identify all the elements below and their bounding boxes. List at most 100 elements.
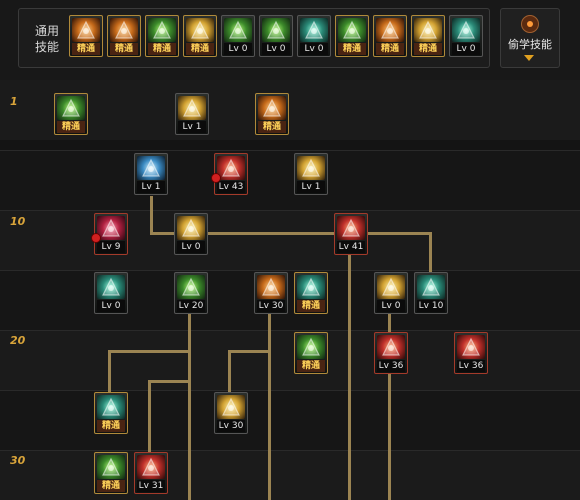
skill-slot[interactable]: Lv 9: [91, 213, 128, 255]
level-badge: Lv 30: [217, 420, 245, 432]
level-marker: 10: [10, 215, 26, 228]
skill-frame: Lv 10: [414, 272, 448, 314]
level-badge: Lv 10: [417, 300, 445, 312]
level-badge: Lv 0: [452, 43, 480, 55]
skill-slot[interactable]: 精通: [145, 15, 179, 57]
level-badge: Lv 0: [97, 300, 125, 312]
fire-fist-skill-icon: [337, 216, 365, 240]
tier-band: [0, 330, 580, 391]
skill-frame: 精通: [255, 93, 289, 135]
skill-slot[interactable]: Lv 0: [94, 272, 128, 314]
skill-frame: Lv 20: [174, 272, 208, 314]
skill-slot[interactable]: Lv 0: [374, 272, 408, 314]
explosion-skill-icon: [137, 455, 165, 479]
level-badge: Lv 9: [97, 241, 125, 253]
skill-slot[interactable]: Lv 1: [294, 153, 328, 195]
skill-frame: 精通: [294, 272, 328, 314]
skill-frame: 精通: [373, 15, 407, 57]
alert-dot-icon: [211, 173, 221, 183]
target-skill-icon: [224, 18, 252, 42]
steal-skill-button[interactable]: 偷学技能: [500, 8, 560, 68]
burst-skill-icon: [377, 335, 405, 359]
skill-slot[interactable]: 精通: [373, 15, 407, 57]
skill-frame: Lv 0: [259, 15, 293, 57]
steal-skill-label: 偷学技能: [508, 38, 552, 51]
mastery-badge: 精通: [338, 43, 366, 55]
skill-slot[interactable]: Lv 30: [254, 272, 288, 314]
common-skills-panel: 通用 技能 精通 精通 精通 精通 Lv 0 Lv 0 Lv 0 精通 精通 精通 Lv 0: [18, 8, 490, 68]
level-badge: Lv 0: [177, 241, 205, 253]
skill-slot[interactable]: Lv 0: [259, 15, 293, 57]
skill-slot[interactable]: 精通: [335, 15, 369, 57]
mastery-badge: 精通: [258, 121, 286, 133]
tier-band: [0, 210, 580, 271]
level-badge: Lv 31: [137, 480, 165, 492]
skill-frame: Lv 1: [134, 153, 168, 195]
crescent-skill-icon: [297, 156, 325, 180]
skill-slot[interactable]: Lv 1: [175, 93, 209, 135]
leap-skill-icon: [110, 18, 138, 42]
skill-slot[interactable]: Lv 41: [334, 213, 368, 255]
common-skills-label: 通用 技能: [35, 24, 60, 54]
skill-slot[interactable]: Lv 30: [214, 392, 248, 434]
skill-frame: Lv 0: [374, 272, 408, 314]
skill-slot[interactable]: Lv 43: [211, 153, 248, 195]
dropdown-arrow-icon: [524, 55, 534, 61]
skill-frame: 精通: [335, 15, 369, 57]
level-marker: 20: [10, 334, 26, 347]
skill-frame: 精通: [145, 15, 179, 57]
hourglass-skill-icon: [377, 275, 405, 299]
mastery-badge: 精通: [72, 43, 100, 55]
skill-frame: Lv 36: [454, 332, 488, 374]
skill-slot[interactable]: Lv 10: [414, 272, 448, 314]
level-badge: Lv 43: [217, 181, 245, 193]
whirl-skill-icon: [217, 156, 245, 180]
skill-frame: Lv 0: [449, 15, 483, 57]
skill-slot[interactable]: 精通: [294, 332, 328, 374]
alert-dot-icon: [91, 233, 101, 243]
run-skill-icon: [148, 18, 176, 42]
mastery-badge: 精通: [97, 480, 125, 492]
skill-slot[interactable]: Lv 0: [297, 15, 331, 57]
skill-slot[interactable]: 精通: [411, 15, 445, 57]
level-badge: Lv 30: [257, 300, 285, 312]
arc-slash-skill-icon: [257, 275, 285, 299]
muscle-skill-icon: [414, 18, 442, 42]
skill-slot[interactable]: Lv 0: [449, 15, 483, 57]
skill-slot[interactable]: Lv 0: [174, 213, 208, 255]
mastery-badge: 精通: [414, 43, 442, 55]
skill-slot[interactable]: Lv 0: [221, 15, 255, 57]
skill-slot[interactable]: 精通: [94, 392, 128, 434]
level-badge: Lv 41: [337, 241, 365, 253]
bow-skill-icon: [297, 335, 325, 359]
wing-blade-skill-icon: [417, 275, 445, 299]
skill-slot[interactable]: 精通: [255, 93, 289, 135]
skill-slot[interactable]: Lv 31: [134, 452, 168, 494]
figure-skill-icon: [338, 18, 366, 42]
skill-frame: 精通: [294, 332, 328, 374]
skill-slot[interactable]: Lv 36: [454, 332, 488, 374]
skill-slot[interactable]: 精通: [183, 15, 217, 57]
skill-slot[interactable]: 精通: [54, 93, 88, 135]
crosshair-skill-icon: [262, 18, 290, 42]
kneel-skill-icon: [300, 18, 328, 42]
skill-frame: 精通: [94, 452, 128, 494]
skill-slot[interactable]: 精通: [69, 15, 103, 57]
tier-band: [0, 390, 580, 451]
mastery-badge: 精通: [186, 43, 214, 55]
ankh-skill-icon: [97, 216, 125, 240]
skill-frame: Lv 30: [214, 392, 248, 434]
mastery-badge: 精通: [297, 300, 325, 312]
cycle-skill-icon: [177, 275, 205, 299]
tier-band: [0, 450, 580, 500]
skill-slot[interactable]: 精通: [294, 272, 328, 314]
level-badge: Lv 1: [178, 121, 206, 133]
mask-skill-icon: [97, 275, 125, 299]
skill-slot[interactable]: Lv 1: [134, 153, 168, 195]
skill-slot[interactable]: 精通: [94, 452, 128, 494]
skill-slot[interactable]: Lv 20: [174, 272, 208, 314]
skill-frame: Lv 30: [254, 272, 288, 314]
skill-slot[interactable]: Lv 36: [374, 332, 408, 374]
level-badge: Lv 1: [137, 181, 165, 193]
skill-slot[interactable]: 精通: [107, 15, 141, 57]
